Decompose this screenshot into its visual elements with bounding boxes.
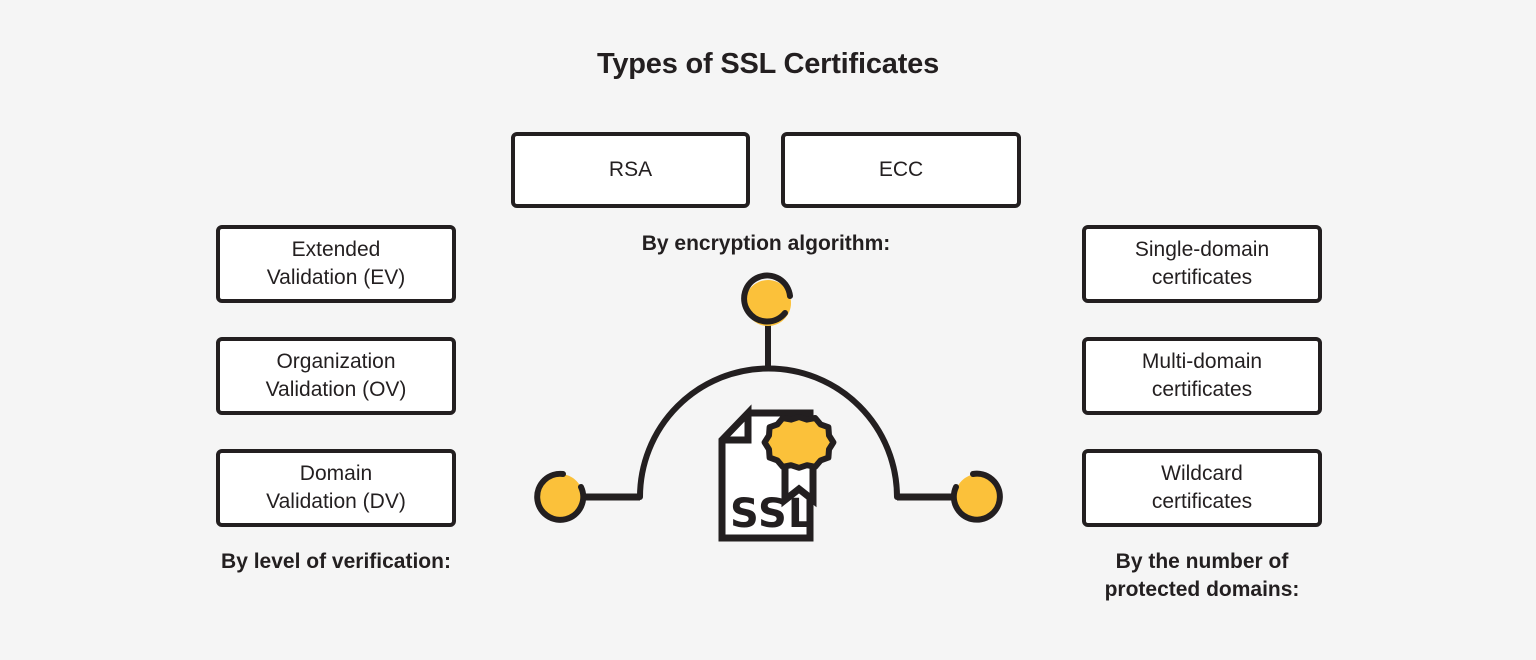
document-ssl-label: SSL <box>730 491 814 537</box>
node-extended-validation-label: Extended Validation (EV) <box>266 238 406 289</box>
node-wildcard[interactable]: Wildcard certificates <box>1082 449 1322 527</box>
node-rsa[interactable]: RSA <box>511 132 750 208</box>
node-organization-validation-label: Organization Validation (OV) <box>265 350 407 401</box>
node-multi-domain-label: Multi-domain certificates <box>1141 350 1263 401</box>
infographic-canvas: Types of SSL Certificates RSA ECC By enc… <box>0 0 1536 660</box>
node-ecc-label: ECC <box>878 158 924 181</box>
node-domain-validation[interactable]: Domain Validation (DV) <box>216 449 456 527</box>
node-wildcard-label: Wildcard certificates <box>1151 462 1253 513</box>
central-illustration: SSL <box>500 265 1040 555</box>
page-title: Types of SSL Certificates <box>596 48 940 80</box>
node-extended-validation[interactable]: Extended Validation (EV) <box>216 225 456 303</box>
seal-rosette <box>761 414 837 471</box>
node-rsa-label: RSA <box>608 158 653 181</box>
right-node[interactable] <box>950 470 1003 523</box>
top-node[interactable] <box>741 272 793 326</box>
left-node[interactable] <box>534 470 587 523</box>
node-organization-validation[interactable]: Organization Validation (OV) <box>216 337 456 415</box>
node-ecc[interactable]: ECC <box>781 132 1021 208</box>
caption-protected-domains: By the number of protected domains: <box>1104 550 1300 601</box>
caption-encryption-algorithm: By encryption algorithm: <box>641 232 891 255</box>
node-single-domain-label: Single-domain certificates <box>1134 238 1270 289</box>
node-single-domain[interactable]: Single-domain certificates <box>1082 225 1322 303</box>
node-multi-domain[interactable]: Multi-domain certificates <box>1082 337 1322 415</box>
certificate-document-icon: SSL <box>718 404 837 542</box>
node-domain-validation-label: Domain Validation (DV) <box>266 462 406 513</box>
caption-level-of-verification: By level of verification: <box>221 550 451 573</box>
